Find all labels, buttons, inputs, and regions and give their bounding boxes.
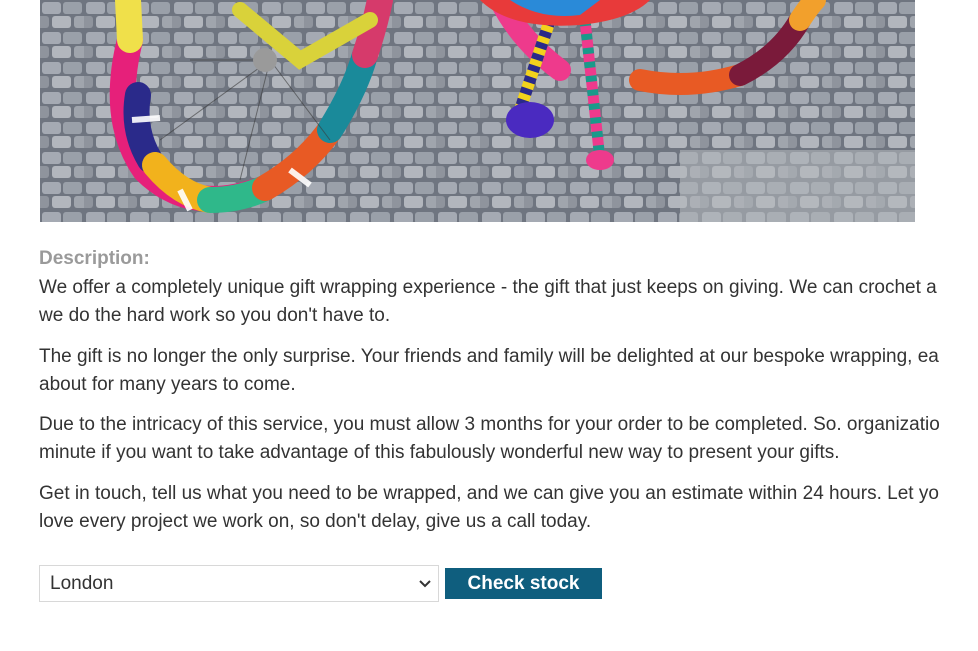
paragraph-line: about for many years to come.	[39, 374, 296, 395]
product-image	[40, 0, 915, 222]
paragraph-line: minute if you want to take advantage of …	[39, 442, 840, 463]
description-paragraph-2: The gift is no longer the only surprise.…	[39, 343, 978, 399]
paragraph-line: we do the hard work so you don't have to…	[39, 305, 391, 326]
description-paragraph-1: We offer a completely unique gift wrappi…	[39, 274, 978, 330]
check-stock-button[interactable]: Check stock	[445, 568, 602, 599]
store-select[interactable]: London	[39, 565, 439, 602]
chevron-down-icon	[419, 580, 431, 588]
paragraph-line: Due to the intricacy of this service, yo…	[39, 414, 940, 435]
description-paragraph-4: Get in touch, tell us what you need to b…	[39, 480, 978, 536]
description-paragraph-3: Due to the intricacy of this service, yo…	[39, 411, 978, 467]
description-label: Description:	[39, 248, 150, 269]
paragraph-line: love every project we work on, so don't …	[39, 511, 592, 532]
store-select-value: London	[50, 573, 114, 594]
paragraph-line: The gift is no longer the only surprise.…	[39, 346, 939, 367]
paragraph-line: Get in touch, tell us what you need to b…	[39, 483, 939, 504]
paragraph-line: We offer a completely unique gift wrappi…	[39, 277, 937, 298]
